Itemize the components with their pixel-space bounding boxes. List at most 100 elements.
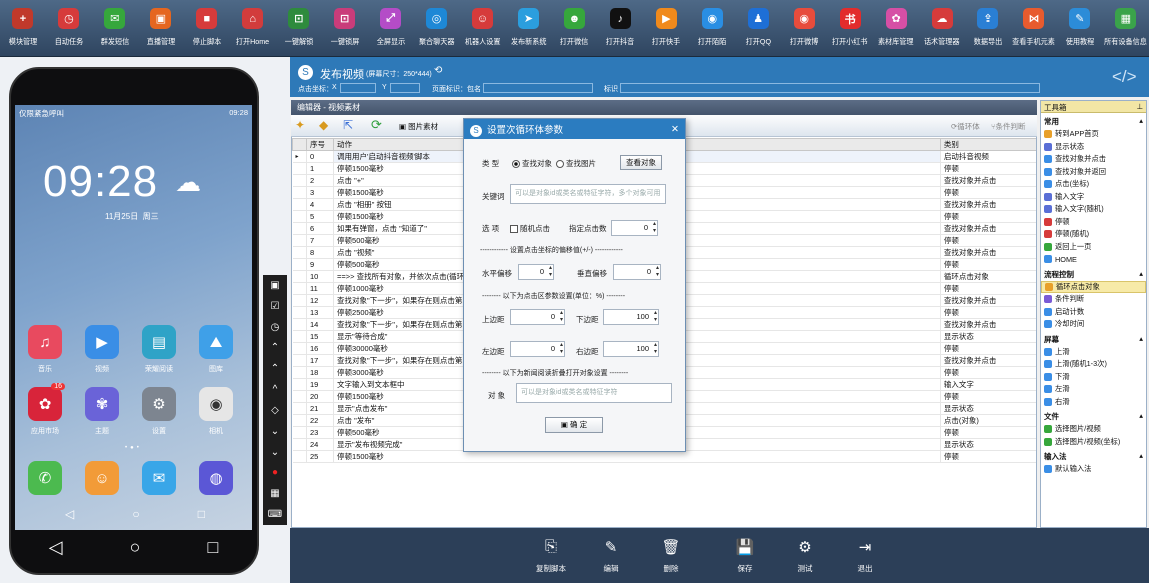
toolbox-item[interactable]: 输入文字(随机) [1041,203,1146,216]
object-input[interactable]: 可以是对象id或类名或特征字符 [516,383,672,403]
toolbox-item[interactable]: 点击(坐标) [1041,178,1146,191]
random-click-checkbox[interactable]: 随机点击 [510,223,550,234]
collapse-icon[interactable]: ▴ [1139,269,1143,280]
app-apps_row2-3[interactable]: ◉ 相机 [190,387,242,436]
collapse-icon[interactable]: ▴ [1139,334,1143,345]
toolbar-btn-17[interactable]: ◉ 打开微博 [781,0,827,56]
toolbox-item[interactable]: 选择图片/视频(坐标) [1041,436,1146,449]
toolbox-item[interactable]: 左滑 [1041,383,1146,396]
toolbox-item[interactable]: 选择图片/视频 [1041,423,1146,436]
recents-icon[interactable]: □ [208,537,219,558]
bottom-btn-2[interactable]: 🗑 删除 [641,528,701,583]
clock-icon[interactable]: ◷ [271,322,280,333]
y-input[interactable] [390,83,420,93]
left-margin-stepper[interactable]: 0 [510,341,565,357]
keyword-input[interactable]: 可以是对象id或类名或特征字符，多个对象可用 [510,184,666,204]
toolbox-item[interactable]: 条件判断 [1041,293,1146,306]
ok-button[interactable]: ▣ 确 定 [545,417,603,433]
screenshot-icon[interactable]: ▣ [270,280,279,291]
diamond-icon[interactable]: ◇ [271,405,279,416]
toolbar-btn-11[interactable]: ➤ 发布新系统 [505,0,551,56]
insert-icon[interactable]: ✦ [295,118,305,132]
tag-icon[interactable]: ◆ [319,118,328,132]
col-seq[interactable]: 序号 [306,138,335,151]
app-apps_row1-0[interactable]: ♫ 音乐 [19,325,71,374]
loop-button[interactable]: ⟳循环体 [951,121,980,132]
down-icon[interactable]: ⌄ [271,426,279,437]
checkbox-icon[interactable]: ☑ [271,301,280,312]
toolbar-btn-18[interactable]: 书打开小红书 [827,0,873,56]
scroll-up-icon[interactable]: ⌃ [271,363,279,374]
app-apps_row2-0[interactable]: ✿ 16 应用市场 [19,383,71,436]
toolbox-section[interactable]: 常用 ▴ [1041,113,1146,128]
refresh-script-icon[interactable]: ⟳ [371,117,382,133]
app-apps_row2-2[interactable]: ⚙ 设置 [133,387,185,436]
toolbox-item[interactable]: 默认输入法 [1041,463,1146,476]
toolbox-section[interactable]: 屏幕 ▴ [1041,331,1146,346]
collapse-icon[interactable]: ▴ [1139,411,1143,422]
up-icon[interactable]: ^ [273,384,278,395]
pin-icon[interactable]: ⊥ [1136,102,1143,111]
toolbox-item[interactable]: 上滑 [1041,346,1146,359]
toolbox-item[interactable]: 显示状态 [1041,141,1146,154]
toolbar-btn-22[interactable]: ⋈ 查看手机元素 [1011,0,1057,56]
toolbar-btn-20[interactable]: ☁ 话术管理器 [919,0,965,56]
close-icon[interactable]: ✕ [671,124,679,135]
bottom-btn-1[interactable]: ✎ 编辑 [581,528,641,583]
collapse-icon[interactable]: ▴ [1139,451,1143,462]
mark-input[interactable] [620,83,1040,93]
pointer-icon[interactable]: ⇱ [343,118,353,132]
toolbar-btn-1[interactable]: ◷ 自动任务 [46,0,92,56]
col-type[interactable]: 类别 [939,138,1036,151]
scroll-down-icon[interactable]: ⌄ [271,447,279,458]
toolbar-btn-24[interactable]: ▦ 所有设备信息 [1103,0,1149,56]
radio-find-image[interactable]: 查找图片 [556,158,596,169]
app-dock-0[interactable]: ✆ [19,461,71,500]
toolbar-btn-23[interactable]: ✎ 使用教程 [1057,0,1103,56]
toolbox-section[interactable]: 输入法 ▴ [1041,448,1146,463]
phone-screen[interactable]: 09:28 ☁ 11月25日 周三 •●• ♫ 音乐 ▶ 视频 ▤ 荣耀阅读 ⛰ 图库 ✿ 16 应… [15,105,252,530]
toolbar-btn-16[interactable]: ♟ 打开QQ [735,0,781,56]
toolbar-btn-12[interactable]: ☻ 打开微信 [551,0,597,56]
back-icon[interactable]: ◁ [49,537,63,558]
keyboard-icon[interactable]: ⌨ [268,509,282,520]
h-offset-stepper[interactable]: 0 [518,264,554,280]
toolbar-btn-2[interactable]: ✉ 群发短信 [92,0,138,56]
screen-home-icon[interactable]: ○ [132,507,139,521]
toolbox-item[interactable]: 停顿 [1041,216,1146,229]
toolbox-item[interactable]: 转到APP首页 [1041,128,1146,141]
app-apps_row1-2[interactable]: ▤ 荣耀阅读 [133,325,185,374]
toolbox-item[interactable]: 启动计数 [1041,306,1146,319]
refresh-icon[interactable]: ⟲ [434,65,442,76]
bottom-btn-3[interactable]: 💾 保存 [715,528,775,583]
bottom-btn-0[interactable]: ⎘ 复制脚本 [521,528,581,583]
toolbox-item[interactable]: 下滑 [1041,371,1146,384]
view-object-button[interactable]: 查看对象 [620,155,662,170]
toolbox-item[interactable]: HOME [1041,253,1146,266]
v-offset-stepper[interactable]: 0 [613,264,661,280]
toolbox-item[interactable]: 冷却时间 [1041,318,1146,331]
top-margin-stepper[interactable]: 0 [510,309,565,325]
table-row[interactable]: 25 停顿1500毫秒 停顿 [292,450,1036,463]
scroll-top-icon[interactable]: ⌃ [271,342,279,353]
bottom-margin-stepper[interactable]: 100 [603,309,659,325]
toolbox-item[interactable]: 查找对象并点击 [1041,153,1146,166]
screen-back-icon[interactable]: ◁ [65,507,74,521]
toolbar-btn-13[interactable]: ♪ 打开抖音 [597,0,643,56]
bottom-btn-4[interactable]: ⚙ 测试 [775,528,835,583]
toolbox-item[interactable]: 查找对象并返回 [1041,166,1146,179]
right-margin-stepper[interactable]: 100 [603,341,659,357]
click-count-stepper[interactable]: 0 [611,220,658,236]
toolbar-btn-6[interactable]: ⊡ 一键解锁 [276,0,322,56]
toolbar-btn-10[interactable]: ☺ 机器人设置 [460,0,506,56]
toolbox-item[interactable]: 输入文字 [1041,191,1146,204]
toolbar-btn-14[interactable]: ▶ 打开快手 [643,0,689,56]
toolbar-btn-21[interactable]: ⇪ 数据导出 [965,0,1011,56]
gallery-icon[interactable]: ▦ [270,488,279,499]
toolbox-item[interactable]: 右滑 [1041,396,1146,409]
toolbar-btn-8[interactable]: ⤢ 全屏显示 [368,0,414,56]
app-dock-3[interactable]: ◍ [190,461,242,500]
condition-button[interactable]: ⑂条件判断 [991,121,1026,132]
home-icon[interactable]: ○ [130,537,141,558]
toolbar-btn-7[interactable]: ⊡ 一键锁屏 [322,0,368,56]
